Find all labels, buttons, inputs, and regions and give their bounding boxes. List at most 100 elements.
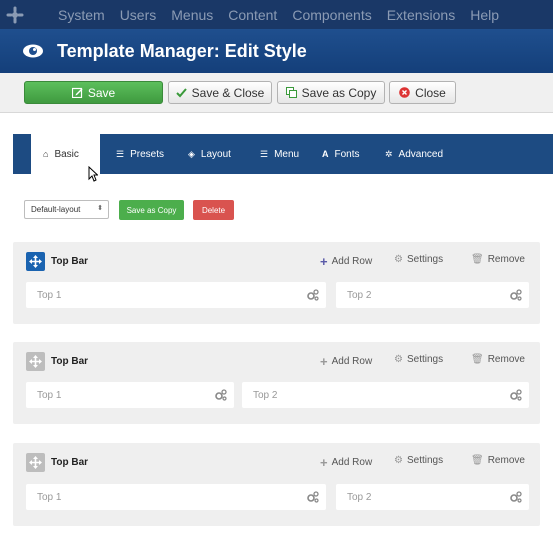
column-settings-icon[interactable] bbox=[215, 389, 227, 401]
tab-label: Advanced bbox=[398, 148, 444, 160]
tab-label: Presets bbox=[130, 148, 164, 160]
column-settings-icon[interactable] bbox=[510, 491, 522, 503]
list-icon: ☰ bbox=[116, 148, 125, 159]
column-settings-icon[interactable] bbox=[307, 491, 319, 503]
eye-icon bbox=[23, 44, 43, 58]
save-layout-copy-button[interactable]: Save as Copy bbox=[119, 200, 184, 220]
column-label: Top 1 bbox=[37, 290, 62, 301]
move-handle-icon[interactable] bbox=[26, 453, 45, 472]
close-button[interactable]: Close bbox=[389, 81, 456, 104]
tab-layout[interactable]: ◈ Layout bbox=[188, 134, 231, 174]
menu-users[interactable]: Users bbox=[120, 7, 157, 23]
close-label: Close bbox=[415, 85, 446, 100]
tab-menu[interactable]: ☰ Menu bbox=[260, 134, 299, 174]
page-title: Template Manager: Edit Style bbox=[57, 40, 307, 61]
check-icon bbox=[175, 88, 187, 98]
add-row-button[interactable]: + Add Row bbox=[320, 354, 372, 369]
column-label: Top 1 bbox=[37, 492, 62, 503]
tab-label: Menu bbox=[274, 148, 300, 160]
add-row-label: Add Row bbox=[331, 356, 373, 367]
column-settings-icon[interactable] bbox=[510, 389, 522, 401]
column-label: Top 1 bbox=[37, 390, 62, 401]
tab-presets[interactable]: ☰ Presets bbox=[116, 134, 164, 174]
layout-select-value: Default-layout bbox=[31, 205, 81, 214]
column-box[interactable]: Top 1 bbox=[26, 484, 326, 510]
remove-row-button[interactable]: 🗑 Remove bbox=[471, 455, 525, 466]
gears-icon: ⚙ bbox=[394, 455, 403, 466]
plus-icon: + bbox=[320, 254, 328, 269]
layout-select[interactable]: Default-layout ⬍ bbox=[24, 200, 109, 219]
joomla-logo-icon[interactable] bbox=[0, 0, 30, 29]
settings-label: Settings bbox=[406, 455, 444, 466]
save-close-label: Save & Close bbox=[191, 85, 265, 100]
save-button[interactable]: Save bbox=[24, 81, 163, 104]
tab-fonts[interactable]: A Fonts bbox=[322, 134, 360, 174]
column-box[interactable]: Top 2 bbox=[242, 382, 529, 408]
close-icon bbox=[399, 87, 410, 98]
column-label: Top 2 bbox=[347, 290, 372, 301]
menu-components[interactable]: Components bbox=[292, 7, 371, 23]
remove-label: Remove bbox=[487, 354, 525, 365]
menu-system[interactable]: System bbox=[58, 7, 105, 23]
column-settings-icon[interactable] bbox=[307, 289, 319, 301]
tab-label: Layout bbox=[200, 148, 231, 160]
add-row-label: Add Row bbox=[331, 256, 373, 267]
settings-label: Settings bbox=[406, 254, 444, 265]
column-box[interactable]: Top 1 bbox=[26, 282, 326, 308]
layout-row: Top Bar + Add Row ⚙ Settings 🗑 Remove To… bbox=[13, 443, 540, 526]
column-box[interactable]: Top 2 bbox=[336, 282, 529, 308]
row-settings-button[interactable]: ⚙ Settings bbox=[394, 354, 443, 365]
delete-layout-button[interactable]: Delete bbox=[193, 200, 234, 220]
remove-row-button[interactable]: 🗑 Remove bbox=[471, 354, 525, 365]
move-handle-icon[interactable] bbox=[26, 352, 45, 371]
menu-help[interactable]: Help bbox=[470, 7, 499, 23]
trash-icon: 🗑 bbox=[471, 354, 484, 365]
plus-icon: + bbox=[320, 354, 328, 369]
row-settings-button[interactable]: ⚙ Settings bbox=[394, 455, 443, 466]
column-box[interactable]: Top 2 bbox=[336, 484, 529, 510]
layout-row: Top Bar + Add Row ⚙ Settings 🗑 Remove To… bbox=[13, 342, 540, 424]
home-icon: ⌂ bbox=[43, 149, 49, 159]
settings-label: Settings bbox=[406, 354, 444, 365]
layers-icon: ◈ bbox=[188, 148, 195, 159]
trash-icon: 🗑 bbox=[471, 254, 484, 265]
column-box[interactable]: Top 1 bbox=[26, 382, 234, 408]
column-settings-icon[interactable] bbox=[510, 289, 522, 301]
copy-icon bbox=[285, 87, 297, 98]
tab-label: Basic bbox=[54, 148, 79, 160]
row-title: Top Bar bbox=[51, 457, 89, 468]
save-label: Save bbox=[87, 85, 116, 100]
row-title: Top Bar bbox=[51, 356, 89, 367]
plus-icon: + bbox=[320, 455, 328, 470]
menu-extensions[interactable]: Extensions bbox=[387, 7, 455, 23]
save-copy-label: Save as Copy bbox=[301, 85, 377, 100]
save-close-button[interactable]: Save & Close bbox=[168, 81, 272, 104]
tab-advanced[interactable]: ✲ Advanced bbox=[385, 134, 443, 174]
layout-row: Top Bar + Add Row ⚙ Settings 🗑 Remove To… bbox=[13, 242, 540, 324]
menu-icon: ☰ bbox=[260, 148, 269, 159]
menu-content[interactable]: Content bbox=[228, 7, 277, 23]
toolbar: Save Save & Close Save as Copy Close bbox=[0, 73, 553, 113]
remove-label: Remove bbox=[487, 455, 525, 466]
edit-icon bbox=[71, 87, 83, 98]
gears-icon: ⚙ bbox=[394, 254, 403, 265]
gear-icon: ✲ bbox=[385, 148, 393, 159]
row-settings-button[interactable]: ⚙ Settings bbox=[394, 254, 443, 265]
add-row-label: Add Row bbox=[331, 457, 373, 468]
remove-row-button[interactable]: 🗑 Remove bbox=[471, 254, 525, 265]
column-label: Top 2 bbox=[253, 390, 278, 401]
trash-icon: 🗑 bbox=[471, 455, 484, 466]
row-title: Top Bar bbox=[51, 256, 89, 267]
mouse-pointer-icon bbox=[88, 166, 98, 182]
page-header: Template Manager: Edit Style bbox=[0, 29, 553, 73]
tab-label: Fonts bbox=[334, 148, 360, 160]
chevron-down-icon: ⬍ bbox=[97, 205, 103, 212]
add-row-button[interactable]: + Add Row bbox=[320, 254, 372, 269]
move-handle-icon[interactable] bbox=[26, 252, 45, 271]
top-navigation: System Users Menus Content Components Ex… bbox=[0, 0, 553, 29]
save-as-copy-button[interactable]: Save as Copy bbox=[277, 81, 385, 104]
font-icon: A bbox=[322, 149, 329, 159]
add-row-button[interactable]: + Add Row bbox=[320, 455, 372, 470]
menu-menus[interactable]: Menus bbox=[171, 7, 213, 23]
gears-icon: ⚙ bbox=[394, 354, 403, 365]
